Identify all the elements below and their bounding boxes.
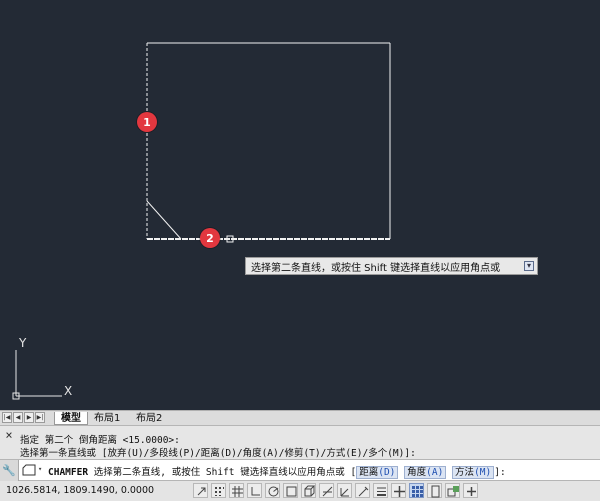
command-prompt-text: 选择第二条直线, 或按住 Shift 键选择直线以应用角点或 [88, 467, 351, 478]
annotation-monitor-icon[interactable] [445, 483, 460, 498]
customize-wrench-icon[interactable]: 🔧 [0, 460, 19, 481]
tab-layout2[interactable]: 布局2 [130, 412, 168, 425]
option-distance[interactable]: 距离(D) [356, 466, 399, 479]
dynamic-ucs-icon[interactable] [337, 483, 352, 498]
cursor-coordinates[interactable]: 1026.5814, 1809.1490, 0.0000 [6, 485, 154, 496]
command-prompt: CHAMFER 选择第二条直线, 或按住 Shift 键选择直线以应用角点或 [… [48, 466, 506, 479]
option-angle[interactable]: 角度(A) [404, 466, 447, 479]
selection-cycling-icon[interactable] [427, 483, 442, 498]
grid-display-icon[interactable] [229, 483, 244, 498]
ucs-icon: Y X [12, 336, 72, 400]
dynamic-input-icon[interactable] [355, 483, 370, 498]
prompt-suffix: ]: [494, 467, 506, 478]
quick-properties-icon[interactable] [409, 483, 424, 498]
ucs-x-label: X [64, 384, 72, 398]
next-tab-icon[interactable]: ▶ [24, 412, 34, 423]
last-tab-icon[interactable]: ▶| [35, 412, 45, 423]
ortho-mode-icon[interactable] [247, 483, 262, 498]
recent-commands-dropdown-icon[interactable]: ▾ [38, 465, 42, 473]
command-history: × 指定 第二个 倒角距离 <15.0000>: 选择第一条直线或 [放弃(U)… [0, 425, 600, 459]
callout-marker-2: 2 [200, 228, 220, 248]
history-line-1: 指定 第二个 倒角距离 <15.0000>: [20, 435, 180, 446]
chamfer-command-icon [22, 464, 36, 476]
infer-constraints-icon[interactable] [193, 483, 208, 498]
object-snap-tracking-icon[interactable] [319, 483, 334, 498]
command-name: CHAMFER [48, 467, 89, 478]
command-input-line[interactable]: 🔧 ▾ CHAMFER 选择第二条直线, 或按住 Shift 键选择直线以应用角… [0, 459, 600, 481]
snap-mode-icon[interactable] [211, 483, 226, 498]
transparency-icon[interactable] [391, 483, 406, 498]
polar-tracking-icon[interactable] [265, 483, 280, 498]
object-snap-icon[interactable] [283, 483, 298, 498]
canvas-geometry: Y X [12, 42, 391, 400]
dynamic-input-tooltip: 选择第二条直线，或按住 Shift 键选择直线以应用角点或 ▾ [245, 257, 538, 275]
ucs-y-label: Y [18, 336, 27, 350]
layout-tab-bar: |◀ ◀ ▶ ▶| 模型 布局1 布局2 [0, 410, 600, 425]
tooltip-text: 选择第二条直线，或按住 Shift 键选择直线以应用角点或 [251, 262, 501, 274]
prev-tab-icon[interactable]: ◀ [13, 412, 23, 423]
tab-layout1[interactable]: 布局1 [88, 412, 126, 425]
lineweight-icon[interactable] [373, 483, 388, 498]
callout-marker-1: 1 [137, 112, 157, 132]
first-tab-icon[interactable]: |◀ [2, 412, 12, 423]
option-method[interactable]: 方法(M) [452, 466, 495, 479]
chamfer-preview-line [146, 200, 182, 240]
3d-object-snap-icon[interactable] [301, 483, 316, 498]
tooltip-more-options-icon[interactable]: ▾ [524, 261, 534, 271]
drawing-canvas[interactable]: Y X 1 2 选择第二条直线，或按住 Shift 键选择直线以应用角点或 ▾ [0, 0, 600, 410]
workspace-add-icon[interactable] [463, 483, 478, 498]
tab-model[interactable]: 模型 [54, 412, 88, 425]
status-bar: 1026.5814, 1809.1490, 0.0000 [0, 481, 600, 501]
close-command-line-icon[interactable]: × [2, 428, 16, 442]
history-line-2: 选择第一条直线或 [放弃(U)/多段线(P)/距离(D)/角度(A)/修剪(T)… [20, 448, 416, 459]
